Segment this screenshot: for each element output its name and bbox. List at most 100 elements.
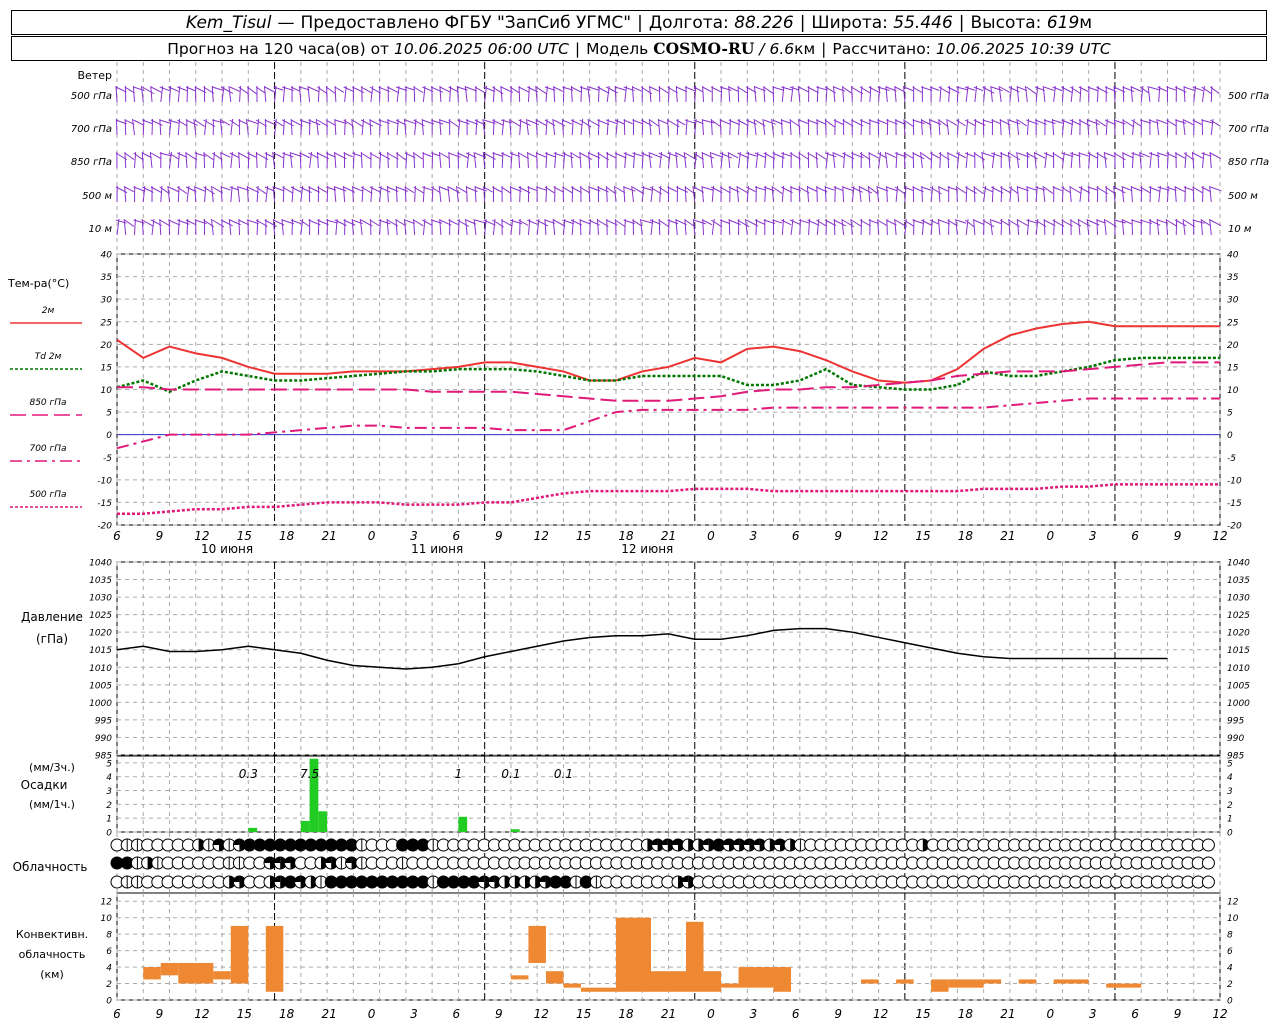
wind-barb-shaft [886, 185, 888, 203]
wind-barb-shaft [850, 218, 853, 236]
cloud-circle [1201, 856, 1215, 870]
precip-ytick-left: 5 [106, 759, 112, 769]
wind-barb-flag [710, 219, 723, 228]
wind-barb-flag [325, 119, 336, 126]
wind-barb-shaft [798, 185, 801, 203]
conv-ytick-right: 4 [1227, 964, 1233, 974]
cloud-extra-fill [213, 839, 219, 845]
cloud-extra-fill [651, 839, 658, 845]
wind-barb-shaft [825, 118, 827, 136]
cloud-symbol [1201, 875, 1215, 889]
conv-bar [896, 979, 914, 984]
wind-barb-shaft [1130, 185, 1133, 203]
conv-bar [230, 925, 249, 984]
wind-barb-shaft [920, 118, 923, 136]
wind-barb-shaft [421, 118, 424, 136]
wind-barb-shaft [526, 118, 529, 136]
wind-barb-shaft [990, 85, 993, 103]
conv-bar [1106, 983, 1142, 988]
wind-barb-shaft [885, 85, 888, 103]
temp-x-hour-label: 0 [707, 529, 715, 543]
wind-barb-shaft [492, 118, 495, 136]
wind-barb-shaft [631, 185, 634, 203]
wind-barb-shaft [675, 151, 678, 169]
wind-barb-flag [413, 86, 424, 94]
wind-barb-shaft [211, 85, 214, 103]
wind-barb-flag [710, 119, 722, 128]
wind-barb-shaft [806, 185, 810, 203]
conv-ytick-right: 2 [1227, 980, 1233, 990]
wind-barb-shaft [903, 118, 906, 136]
wind-barb-shaft [955, 218, 958, 236]
wind-barb-shaft [1042, 185, 1046, 203]
pressure-ytick-left: 1040 [89, 559, 112, 569]
wind-barb-shaft [282, 151, 285, 169]
temp-ytick-right: 30 [1227, 296, 1239, 306]
conv-bar [580, 987, 616, 992]
temp-x-hour-label: 6 [1131, 529, 1139, 543]
wind-barb-flag [947, 119, 958, 126]
wind-title: Ветер [78, 69, 112, 82]
wind-barb-flag [177, 86, 188, 92]
wind-barb-shaft [692, 218, 696, 236]
wind-barb-shaft [1182, 218, 1186, 236]
wind-barb-shaft [177, 218, 180, 236]
wind-level-label-left: 10 м [89, 224, 113, 235]
wind-barb-shaft [570, 85, 573, 103]
wind-barb-shaft [448, 151, 451, 169]
wind-barb-flag [964, 219, 975, 228]
pressure-ytick-left: 1035 [89, 576, 112, 586]
wind-barb-flag [1105, 152, 1116, 158]
wind-barb-flag [308, 152, 319, 159]
wind-barb-shaft [589, 218, 591, 236]
wind-barb-shaft [683, 151, 687, 169]
wind-barb-shaft [220, 185, 223, 203]
wind-barb-shaft [1209, 218, 1212, 236]
wind-barb-shaft [474, 185, 477, 203]
wind-barb-shaft [177, 151, 180, 169]
cloud-extra-fill [743, 839, 750, 845]
conv-x-hour-label: 18 [279, 1007, 295, 1021]
wind-barb-shaft [570, 151, 573, 169]
wind-barb-shaft [832, 151, 836, 169]
precip-ylabel-bottom: (мм/1ч.) [29, 798, 75, 811]
precip-annotation: 0.3 [239, 767, 258, 781]
wind-barb-shaft [947, 151, 950, 169]
conv-x-hour-label: 6 [113, 1007, 121, 1021]
wind-barb-shaft [289, 151, 293, 169]
conv-x-hour-label: 9 [834, 1007, 842, 1021]
wind-barb-shaft [605, 185, 608, 203]
wind-barb-shaft [938, 185, 941, 203]
wind-barb-shaft [439, 85, 442, 103]
precip-ytick-right: 5 [1227, 759, 1233, 769]
conv-bar [948, 979, 984, 988]
wind-barb-flag [921, 152, 932, 161]
temp-x-hour-label: 15 [237, 529, 252, 543]
wind-barb-flag [649, 86, 660, 92]
temp-x-hour-label: 0 [368, 529, 376, 543]
wind-barb-shaft [658, 218, 661, 236]
wind-barb-shaft [816, 85, 819, 103]
wind-barb-shaft [1200, 218, 1203, 236]
cloud-extra-fill [702, 839, 709, 845]
precip-ytick-left: 0 [106, 829, 112, 839]
wind-barb-shaft [1103, 218, 1107, 236]
wind-barb-shaft [973, 185, 976, 203]
wind-barb-flag [159, 86, 171, 92]
pressure-ytick-right: 1020 [1227, 629, 1250, 639]
wind-barb-flag [1210, 186, 1222, 192]
wind-barb-flag [842, 86, 853, 95]
wind-barb-shaft [115, 118, 118, 136]
wind-barb-shaft [648, 118, 652, 136]
wind-barb-shaft [799, 218, 801, 236]
conv-bar [650, 971, 687, 992]
wind-barb-shaft [527, 151, 529, 169]
wind-barb-shaft [1095, 118, 1098, 136]
wind-barb-shaft [956, 185, 958, 203]
wind-barb-shaft [1103, 151, 1107, 169]
wind-barb-shaft [545, 85, 548, 103]
wind-barb-shaft [920, 151, 923, 169]
conv-bar [721, 983, 739, 988]
temp-ytick-left: 25 [101, 318, 113, 328]
wind-barb-shaft [500, 85, 503, 103]
